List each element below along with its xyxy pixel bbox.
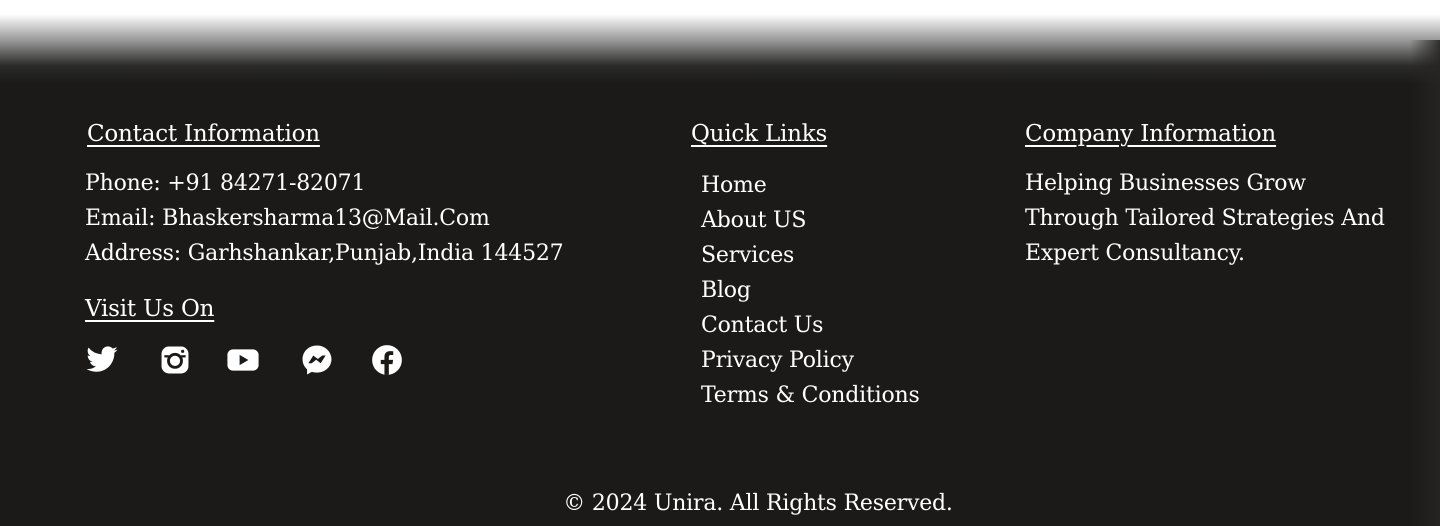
quick-link-item: Home bbox=[701, 168, 920, 203]
quick-link-item: Services bbox=[701, 238, 920, 273]
quick-links-list: Home About US Services Blog Contact Us P… bbox=[701, 168, 920, 413]
social-links bbox=[85, 343, 440, 379]
company-heading: Company Information bbox=[1025, 121, 1277, 147]
contact-address: Address: Garhshankar,Punjab,India 144527 bbox=[85, 241, 564, 266]
link-terms-conditions[interactable]: Terms & Conditions bbox=[701, 383, 920, 408]
link-services[interactable]: Services bbox=[701, 243, 794, 268]
contact-heading: Contact Information bbox=[87, 121, 320, 147]
copyright-text: © 2024 Unira. All Rights Reserved. bbox=[563, 491, 953, 516]
youtube-link[interactable] bbox=[226, 343, 262, 379]
company-description: Helping Businesses Grow Through Tailored… bbox=[1025, 171, 1385, 266]
contact-email: Email: Bhaskersharma13@Mail.Com bbox=[85, 206, 490, 231]
quick-link-item: Blog bbox=[701, 273, 920, 308]
messenger-icon bbox=[302, 345, 332, 375]
quick-link-item: Privacy Policy bbox=[701, 343, 920, 378]
link-privacy-policy[interactable]: Privacy Policy bbox=[701, 348, 854, 373]
messenger-link[interactable] bbox=[300, 343, 336, 379]
instagram-link[interactable] bbox=[158, 343, 194, 379]
youtube-icon bbox=[227, 349, 259, 371]
instagram-icon bbox=[161, 346, 189, 374]
facebook-icon bbox=[372, 345, 402, 375]
quick-link-item: Terms & Conditions bbox=[701, 378, 920, 413]
link-about-us[interactable]: About US bbox=[701, 208, 806, 233]
quick-links-heading: Quick Links bbox=[691, 121, 828, 147]
link-contact-us[interactable]: Contact Us bbox=[701, 313, 823, 338]
twitter-icon bbox=[86, 346, 118, 372]
site-footer: Contact Information Phone: +91 84271-820… bbox=[0, 0, 1440, 526]
link-blog[interactable]: Blog bbox=[701, 278, 751, 303]
link-home[interactable]: Home bbox=[701, 173, 767, 198]
contact-phone: Phone: +91 84271-82071 bbox=[85, 171, 366, 196]
facebook-link[interactable] bbox=[370, 343, 406, 379]
quick-link-item: About US bbox=[701, 203, 920, 238]
twitter-link[interactable] bbox=[85, 343, 121, 379]
visit-heading: Visit Us On bbox=[85, 296, 215, 322]
quick-link-item: Contact Us bbox=[701, 308, 920, 343]
